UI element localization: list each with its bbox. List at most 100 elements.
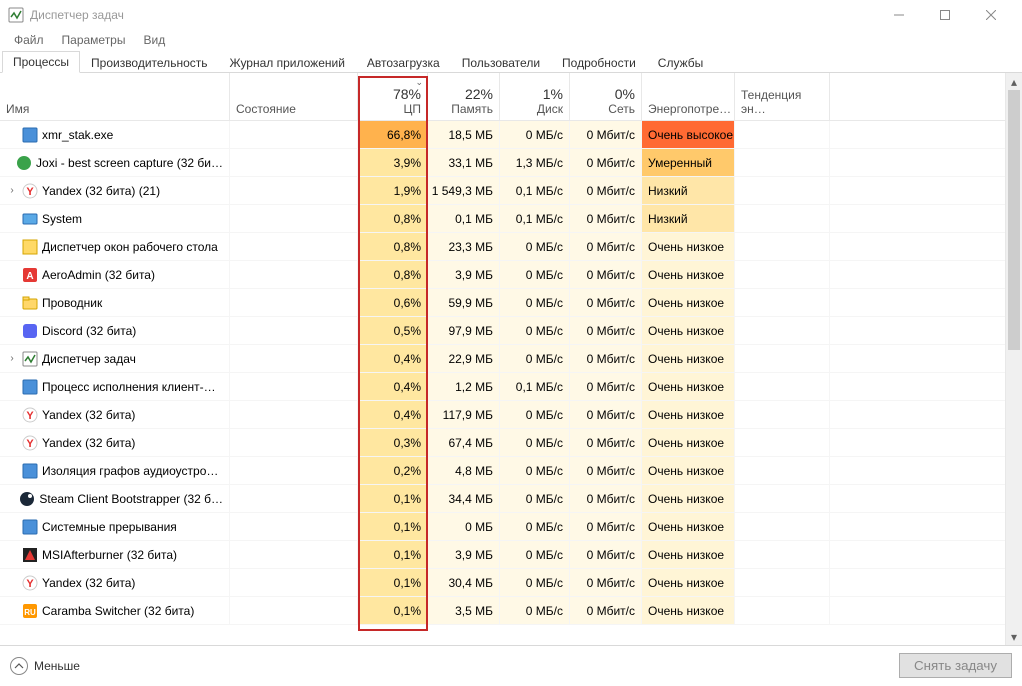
tab-details[interactable]: Подробности <box>551 52 647 73</box>
tab-strip: Процессы Производительность Журнал прило… <box>0 50 1022 73</box>
cell-state <box>230 289 358 316</box>
cell-name: Steam Client Bootstrapper (32 б… <box>0 485 230 512</box>
cell-state <box>230 177 358 204</box>
cell-cpu: 0,5% <box>358 317 428 344</box>
tab-processes[interactable]: Процессы <box>2 51 80 73</box>
menu-file[interactable]: Файл <box>6 31 52 49</box>
process-icon <box>22 211 38 227</box>
tab-startup[interactable]: Автозагрузка <box>356 52 451 73</box>
cell-cpu: 3,9% <box>358 149 428 176</box>
scroll-thumb[interactable] <box>1008 90 1020 350</box>
process-name: Joxi - best screen capture (32 би… <box>36 156 223 170</box>
process-name: Yandex (32 бита) (21) <box>42 184 160 198</box>
cell-cpu: 0,8% <box>358 261 428 288</box>
table-row[interactable]: Discord (32 бита)0,5%97,9 МБ0 МБ/с0 Мбит… <box>0 317 1005 345</box>
col-power-usage[interactable]: Энергопотре… <box>642 73 735 120</box>
cell-state <box>230 233 358 260</box>
tab-services[interactable]: Службы <box>647 52 714 73</box>
cell-state <box>230 429 358 456</box>
minimize-button[interactable] <box>876 0 922 30</box>
cell-cpu: 0,1% <box>358 541 428 568</box>
menu-view[interactable]: Вид <box>135 31 173 49</box>
cell-memory: 18,5 МБ <box>428 121 500 148</box>
close-button[interactable] <box>968 0 1014 30</box>
process-icon <box>22 323 38 339</box>
col-memory[interactable]: 22%Память <box>428 73 500 120</box>
cell-power-trend <box>735 429 830 456</box>
col-name[interactable]: Имя <box>0 73 230 120</box>
table-row[interactable]: RUCaramba Switcher (32 бита)0,1%3,5 МБ0 … <box>0 597 1005 625</box>
cell-power-usage: Очень низкое <box>642 345 735 372</box>
end-task-button[interactable]: Снять задачу <box>899 653 1012 678</box>
cell-cpu: 66,8% <box>358 121 428 148</box>
menu-options[interactable]: Параметры <box>54 31 134 49</box>
table-row[interactable]: AAeroAdmin (32 бита)0,8%3,9 МБ0 МБ/с0 Мб… <box>0 261 1005 289</box>
vertical-scrollbar[interactable]: ▴ ▾ <box>1005 73 1022 645</box>
cell-network: 0 Мбит/с <box>570 457 642 484</box>
cell-cpu: 0,3% <box>358 429 428 456</box>
cell-power-usage: Очень низкое <box>642 513 735 540</box>
expand-icon[interactable]: › <box>6 353 18 364</box>
process-icon <box>22 547 38 563</box>
table-row[interactable]: Процесс исполнения клиент-…0,4%1,2 МБ0,1… <box>0 373 1005 401</box>
cell-network: 0 Мбит/с <box>570 289 642 316</box>
cell-disk: 0 МБ/с <box>500 541 570 568</box>
process-icon <box>22 239 38 255</box>
cell-power-trend <box>735 289 830 316</box>
cell-network: 0 Мбит/с <box>570 429 642 456</box>
svg-text:Y: Y <box>26 438 34 450</box>
process-name: MSIAfterburner (32 бита) <box>42 548 177 562</box>
tab-users[interactable]: Пользователи <box>451 52 551 73</box>
col-power-trend[interactable]: Тенденция эн… <box>735 73 830 120</box>
table-row[interactable]: MSIAfterburner (32 бита)0,1%3,9 МБ0 МБ/с… <box>0 541 1005 569</box>
table-row[interactable]: Диспетчер окон рабочего стола0,8%23,3 МБ… <box>0 233 1005 261</box>
cell-network: 0 Мбит/с <box>570 597 642 624</box>
expand-icon[interactable]: › <box>6 185 18 196</box>
table-row[interactable]: Изоляция графов аудиоустро…0,2%4,8 МБ0 М… <box>0 457 1005 485</box>
scroll-down-icon[interactable]: ▾ <box>1006 628 1022 645</box>
table-row[interactable]: Joxi - best screen capture (32 би…3,9%33… <box>0 149 1005 177</box>
table-row[interactable]: YYandex (32 бита)0,4%117,9 МБ0 МБ/с0 Мби… <box>0 401 1005 429</box>
table-row[interactable]: Системные прерывания0,1%0 МБ0 МБ/с0 Мбит… <box>0 513 1005 541</box>
table-row[interactable]: YYandex (32 бита)0,3%67,4 МБ0 МБ/с0 Мбит… <box>0 429 1005 457</box>
table-row[interactable]: ›YYandex (32 бита) (21)1,9%1 549,3 МБ0,1… <box>0 177 1005 205</box>
tab-app-history[interactable]: Журнал приложений <box>219 52 356 73</box>
cell-name: AAeroAdmin (32 бита) <box>0 261 230 288</box>
cell-power-trend <box>735 373 830 400</box>
col-state[interactable]: Состояние <box>230 73 358 120</box>
table-row[interactable]: xmr_stak.exe66,8%18,5 МБ0 МБ/с0 Мбит/сОч… <box>0 121 1005 149</box>
table-row[interactable]: Steam Client Bootstrapper (32 б…0,1%34,4… <box>0 485 1005 513</box>
process-name: Процесс исполнения клиент-… <box>42 380 216 394</box>
cell-cpu: 0,2% <box>358 457 428 484</box>
cell-name: System <box>0 205 230 232</box>
cell-name: YYandex (32 бита) <box>0 401 230 428</box>
cell-name: RUCaramba Switcher (32 бита) <box>0 597 230 624</box>
cell-power-usage: Очень высокое <box>642 121 735 148</box>
col-disk[interactable]: 1%Диск <box>500 73 570 120</box>
cell-disk: 0 МБ/с <box>500 233 570 260</box>
cell-name: Системные прерывания <box>0 513 230 540</box>
cell-network: 0 Мбит/с <box>570 149 642 176</box>
cell-power-trend <box>735 205 830 232</box>
cell-power-usage: Низкий <box>642 205 735 232</box>
table-row[interactable]: Проводник0,6%59,9 МБ0 МБ/с0 Мбит/сОчень … <box>0 289 1005 317</box>
cell-state <box>230 401 358 428</box>
col-network[interactable]: 0%Сеть <box>570 73 642 120</box>
scroll-up-icon[interactable]: ▴ <box>1006 73 1022 90</box>
cell-network: 0 Мбит/с <box>570 513 642 540</box>
col-cpu[interactable]: ⌄ 78%ЦП <box>358 73 428 120</box>
tab-performance[interactable]: Производительность <box>80 52 218 73</box>
cell-name: xmr_stak.exe <box>0 121 230 148</box>
fewer-details-button[interactable]: Меньше <box>10 657 80 675</box>
table-row[interactable]: System0,8%0,1 МБ0,1 МБ/с0 Мбит/сНизкий <box>0 205 1005 233</box>
cell-power-usage: Очень низкое <box>642 457 735 484</box>
cell-disk: 0 МБ/с <box>500 121 570 148</box>
table-row[interactable]: YYandex (32 бита)0,1%30,4 МБ0 МБ/с0 Мбит… <box>0 569 1005 597</box>
cell-power-trend <box>735 541 830 568</box>
cell-power-trend <box>735 401 830 428</box>
cell-cpu: 0,1% <box>358 513 428 540</box>
maximize-button[interactable] <box>922 0 968 30</box>
cell-network: 0 Мбит/с <box>570 177 642 204</box>
table-row[interactable]: ›Диспетчер задач0,4%22,9 МБ0 МБ/с0 Мбит/… <box>0 345 1005 373</box>
cell-power-trend <box>735 485 830 512</box>
